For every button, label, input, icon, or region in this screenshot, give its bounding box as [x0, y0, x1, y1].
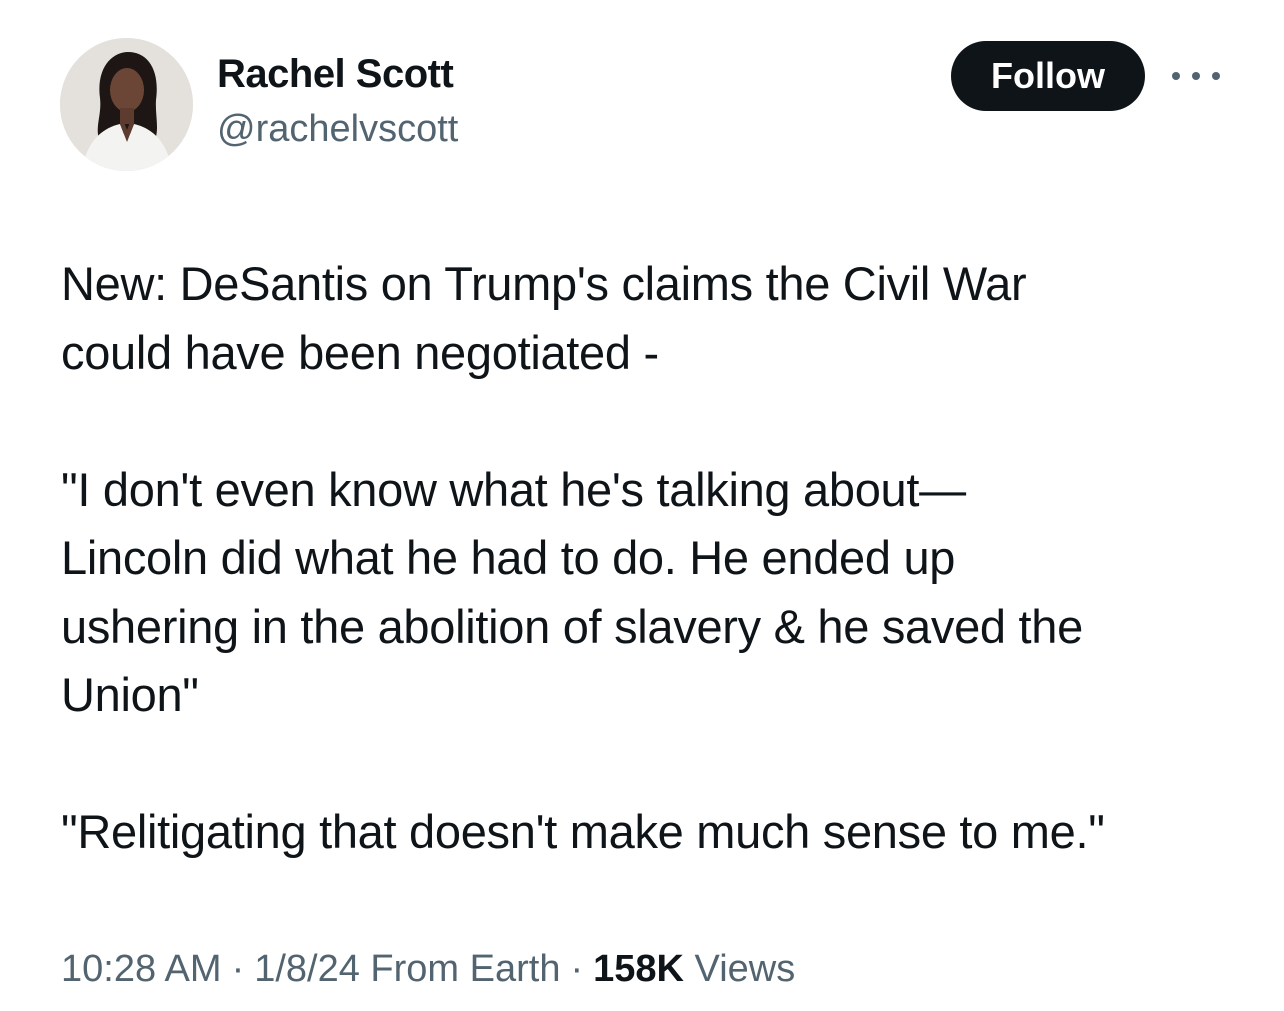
tweet-line: Lincoln did what he had to do. He ended …	[61, 531, 956, 584]
tweet-paragraph: "I don't even know what he's talking abo…	[61, 456, 1241, 730]
dot	[1192, 72, 1200, 80]
separator: ·	[570, 948, 584, 990]
views-count[interactable]: 158K	[593, 948, 684, 990]
author-display-name[interactable]: Rachel Scott	[217, 52, 454, 97]
tweet-card: Rachel Scott @rachelvscott Follow New: D…	[0, 0, 1284, 1011]
views-label: Views	[694, 948, 796, 990]
tweet-time[interactable]: 10:28 AM	[61, 948, 222, 990]
tweet-line: Union"	[61, 668, 199, 721]
tweet-date-source[interactable]: 1/8/24 From Earth	[254, 948, 560, 990]
avatar[interactable]	[60, 38, 193, 171]
tweet-line: ushering in the abolition of slavery & h…	[61, 599, 1083, 653]
tweet-line: could have been negotiated -	[61, 325, 659, 379]
author-handle[interactable]: @rachelvscott	[217, 108, 458, 151]
follow-button[interactable]: Follow	[951, 41, 1145, 111]
tweet-line: "Relitigating that doesn't make much sen…	[61, 805, 1105, 858]
tweet-line: "I don't even know what he's talking abo…	[61, 462, 966, 516]
tweet-text: New: DeSantis on Trump's claims the Civi…	[61, 250, 1241, 867]
more-horizontal-icon[interactable]	[1172, 62, 1220, 90]
dot	[1212, 72, 1220, 80]
tweet-paragraph: "Relitigating that doesn't make much sen…	[61, 798, 1241, 867]
tweet-paragraph: New: DeSantis on Trump's claims the Civi…	[61, 250, 1241, 387]
avatar-image	[60, 38, 193, 171]
dot	[1172, 72, 1180, 80]
separator: ·	[231, 948, 245, 990]
tweet-meta: 10:28 AM · 1/8/24 From Earth · 158K Views	[61, 948, 795, 991]
tweet-line: New: DeSantis on Trump's claims the Civi…	[61, 257, 1027, 310]
